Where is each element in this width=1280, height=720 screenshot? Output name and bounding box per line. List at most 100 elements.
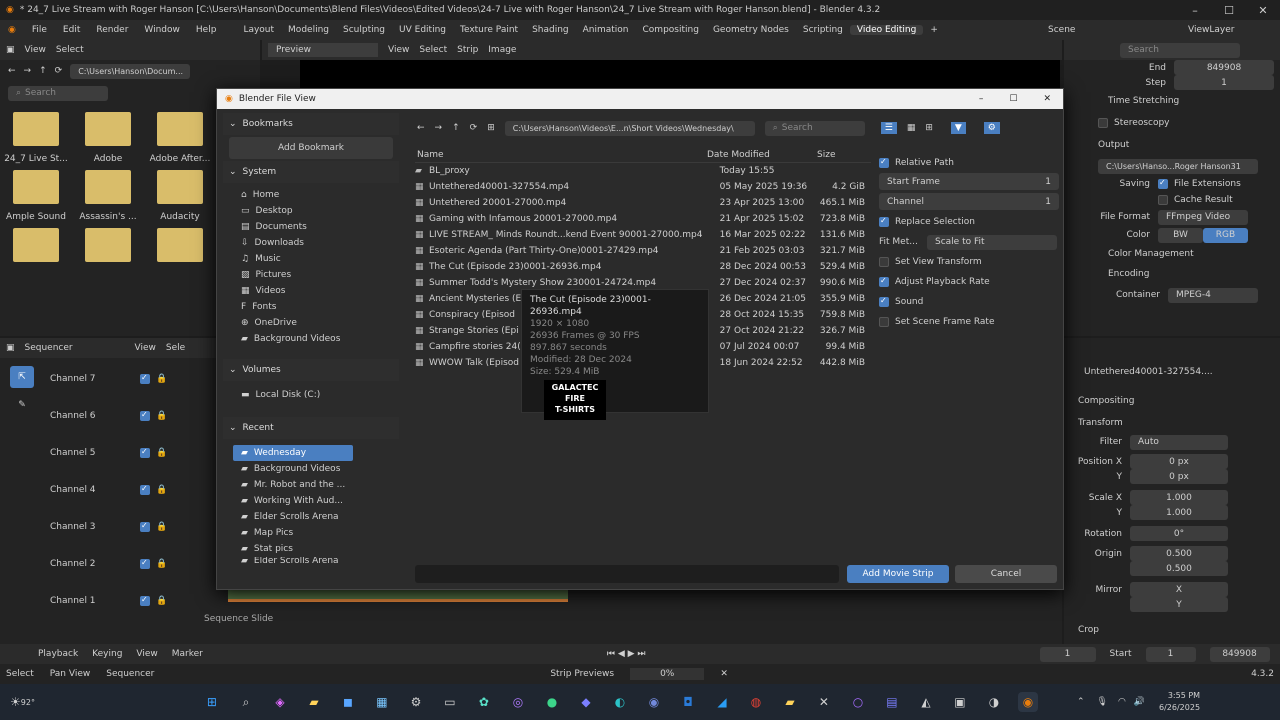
back-icon[interactable]: ← (8, 66, 16, 76)
channel-mute-checkbox[interactable] (140, 558, 150, 569)
volume-icon[interactable]: 🔊 (1134, 697, 1145, 707)
origin-x-field[interactable]: 0.500 (1130, 546, 1228, 561)
position-y-field[interactable]: 0 px (1130, 469, 1228, 484)
keying-menu[interactable]: Keying (92, 649, 122, 659)
bookmarks-section[interactable]: ⌄ Bookmarks (223, 113, 399, 135)
add-movie-strip-button[interactable]: Add Movie Strip (847, 565, 949, 583)
filter-icon[interactable]: ▼ (950, 122, 966, 134)
copilot-icon[interactable]: ◈ (270, 692, 290, 712)
crop-section[interactable]: Crop (1064, 620, 1280, 640)
file-row[interactable]: ▦ The Cut (Episode 23)0001-26936.mp4 28 De… (415, 259, 865, 275)
sound-checkbox[interactable] (879, 296, 889, 307)
left-select-menu[interactable]: Select (56, 45, 84, 55)
editor-type-icon[interactable]: ▣ (6, 45, 15, 55)
recent-item[interactable]: ▰ Stat pics (233, 541, 353, 557)
select-tool-icon[interactable]: ⇱ (10, 366, 34, 388)
sidebar-item-onedrive[interactable]: ⊕ OneDrive (233, 315, 399, 331)
tab-video-editing[interactable]: Video Editing (849, 25, 924, 35)
tab-layout[interactable]: Layout (236, 25, 281, 35)
tab-texture-paint[interactable]: Texture Paint (453, 25, 525, 35)
app-icon[interactable]: ✿ (474, 692, 494, 712)
x-icon[interactable]: ✕ (814, 692, 834, 712)
sidebar-item-pictures[interactable]: ▨ Pictures (233, 267, 399, 283)
search-icon[interactable]: ⌕ (236, 692, 256, 712)
file-row[interactable]: ▦ LIVE STREAM_ Minds Roundt...kend Event … (415, 227, 865, 243)
file-row[interactable]: ▦ Untethered40001-327554.mp4 05 May 2025 1… (415, 179, 865, 195)
preview-mode-selector[interactable]: Preview (268, 43, 378, 57)
maximize-button[interactable]: ☐ (1212, 4, 1246, 17)
current-frame-field[interactable]: 1 (1039, 646, 1096, 662)
discord-icon[interactable]: ◉ (644, 692, 664, 712)
encoding-section[interactable]: Encoding (1064, 264, 1280, 284)
end-field[interactable]: 849908 (1174, 60, 1274, 75)
file-explorer-icon[interactable]: ▰ (304, 692, 324, 712)
sidebar-item-background-videos[interactable]: ▰ Background Videos (233, 331, 399, 347)
folder-item[interactable]: Adobe (72, 112, 144, 164)
refresh-icon[interactable]: ⟳ (470, 123, 478, 133)
dialog-minimize-button[interactable]: – (979, 94, 984, 104)
outlook-icon[interactable]: ◘ (678, 692, 698, 712)
tab-uv-editing[interactable]: UV Editing (392, 25, 453, 35)
tab-sculpting[interactable]: Sculpting (336, 25, 392, 35)
tab-geometry-nodes[interactable]: Geometry Nodes (706, 25, 796, 35)
tab-modeling[interactable]: Modeling (281, 25, 336, 35)
cancel-progress-icon[interactable]: ✕ (720, 669, 728, 679)
preview-strip-menu[interactable]: Strip (457, 45, 478, 55)
channel-mute-checkbox[interactable] (140, 373, 150, 384)
start-icon[interactable]: ⊞ (202, 692, 222, 712)
folder-item[interactable]: Adobe After... (144, 112, 216, 164)
recent-item[interactable]: ▰ Working With Aud... (233, 493, 353, 509)
chrome-icon[interactable]: ◍ (746, 692, 766, 712)
editor-type-icon[interactable]: ▣ (6, 343, 15, 353)
terminal-icon[interactable]: ▭ (440, 692, 460, 712)
cancel-button[interactable]: Cancel (955, 565, 1057, 583)
preview-select-menu[interactable]: Select (419, 45, 447, 55)
name-column-header[interactable]: Name (415, 150, 707, 160)
settings-icon[interactable]: ⚙ (406, 692, 426, 712)
start-frame-field[interactable]: Start Frame 1 (879, 173, 1059, 190)
list-view-icon[interactable]: ☰ (880, 122, 897, 134)
step-field[interactable]: 1 (1174, 75, 1274, 90)
relative-path-checkbox[interactable] (879, 157, 889, 168)
recent-item[interactable]: ▰ Elder Scrolls Arena (233, 557, 353, 565)
folder-item[interactable]: 24_7 Live St... (0, 112, 72, 164)
sidebar-item-documents[interactable]: ▤ Documents (233, 219, 399, 235)
time-stretching-section[interactable]: Time Stretching (1064, 90, 1280, 112)
clock[interactable]: 3:55 PM 6/26/2025 (1159, 690, 1200, 714)
add-bookmark-button[interactable]: Add Bookmark (229, 137, 393, 159)
settings-icon[interactable]: ⚙ (983, 122, 1000, 134)
games-icon[interactable]: ▣ (950, 692, 970, 712)
headset-icon[interactable]: ◎ (508, 692, 528, 712)
teams-icon[interactable]: ◆ (576, 692, 596, 712)
search-field[interactable]: ⌕ Search (764, 120, 865, 136)
new-folder-icon[interactable]: ⊞ (487, 123, 495, 133)
lock-icon[interactable]: 🔒 (156, 448, 167, 458)
timeline-view-menu[interactable]: View (136, 649, 157, 659)
blender-menu-icon[interactable]: ◉ (0, 25, 24, 35)
file-format-dropdown[interactable]: FFmpeg Video (1158, 209, 1248, 225)
marker-menu[interactable]: Marker (172, 649, 203, 659)
folder-item[interactable] (0, 228, 72, 262)
left-path-field[interactable]: C:\Users\Hanson\Docum... (70, 63, 191, 79)
tab-compositing[interactable]: Compositing (636, 25, 706, 35)
menu-edit[interactable]: Edit (55, 25, 88, 35)
mirror-x-toggle[interactable]: X (1130, 582, 1228, 597)
output-section[interactable]: Output (1064, 134, 1280, 156)
large-thumbnail-icon[interactable]: ⊞ (925, 123, 933, 133)
blade-tool-icon[interactable]: ✎ (10, 394, 34, 416)
notes-icon[interactable]: ▤ (882, 692, 902, 712)
menu-file[interactable]: File (24, 25, 55, 35)
properties-search[interactable]: Search (1120, 42, 1240, 58)
folder-item[interactable]: Audacity (144, 170, 216, 222)
file-row[interactable]: ▦ Esoteric Agenda (Part Thirty-One)0001-2… (415, 243, 865, 259)
recent-item[interactable]: ▰ Wednesday (233, 445, 353, 461)
store-icon[interactable]: ◼ (338, 692, 358, 712)
forward-icon[interactable]: → (435, 123, 443, 133)
rgb-toggle[interactable]: RGB (1203, 227, 1248, 243)
file-row[interactable]: ▰ BL_proxy Today 15:55 (415, 163, 865, 179)
folder-item[interactable]: Ample Sound (0, 170, 72, 222)
steam-icon[interactable]: ◑ (984, 692, 1004, 712)
recent-item[interactable]: ▰ Background Videos (233, 461, 353, 477)
file-row[interactable]: ▦ Gaming with Infamous 20001-27000.mp4 21 … (415, 211, 865, 227)
set-scene-frame-rate-checkbox[interactable] (879, 317, 889, 327)
